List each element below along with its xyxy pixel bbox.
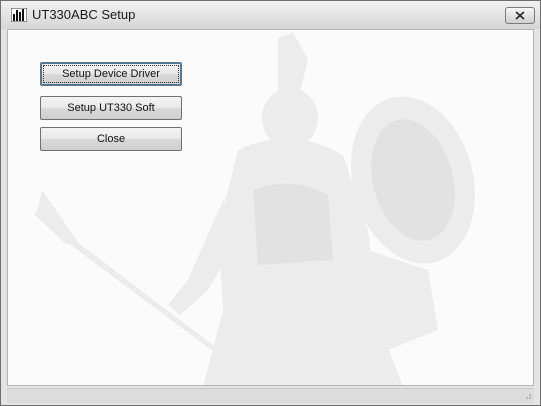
close-button[interactable]: Close	[40, 127, 182, 151]
resize-grip-icon[interactable]	[524, 393, 532, 401]
window-close-button[interactable]	[505, 7, 535, 24]
client-area: Setup Device Driver Setup UT330 Soft Clo…	[7, 29, 534, 386]
window-title: UT330ABC Setup	[32, 7, 136, 22]
chart-bars-icon	[10, 7, 28, 23]
setup-ut330-soft-button[interactable]: Setup UT330 Soft	[40, 96, 182, 120]
title-bar[interactable]: UT330ABC Setup	[1, 1, 540, 29]
status-bar	[7, 388, 534, 403]
setup-device-driver-button[interactable]: Setup Device Driver	[40, 62, 182, 86]
setup-window: UT330ABC Setup Setup Device Driver Setup…	[0, 0, 541, 406]
close-icon	[515, 11, 525, 20]
